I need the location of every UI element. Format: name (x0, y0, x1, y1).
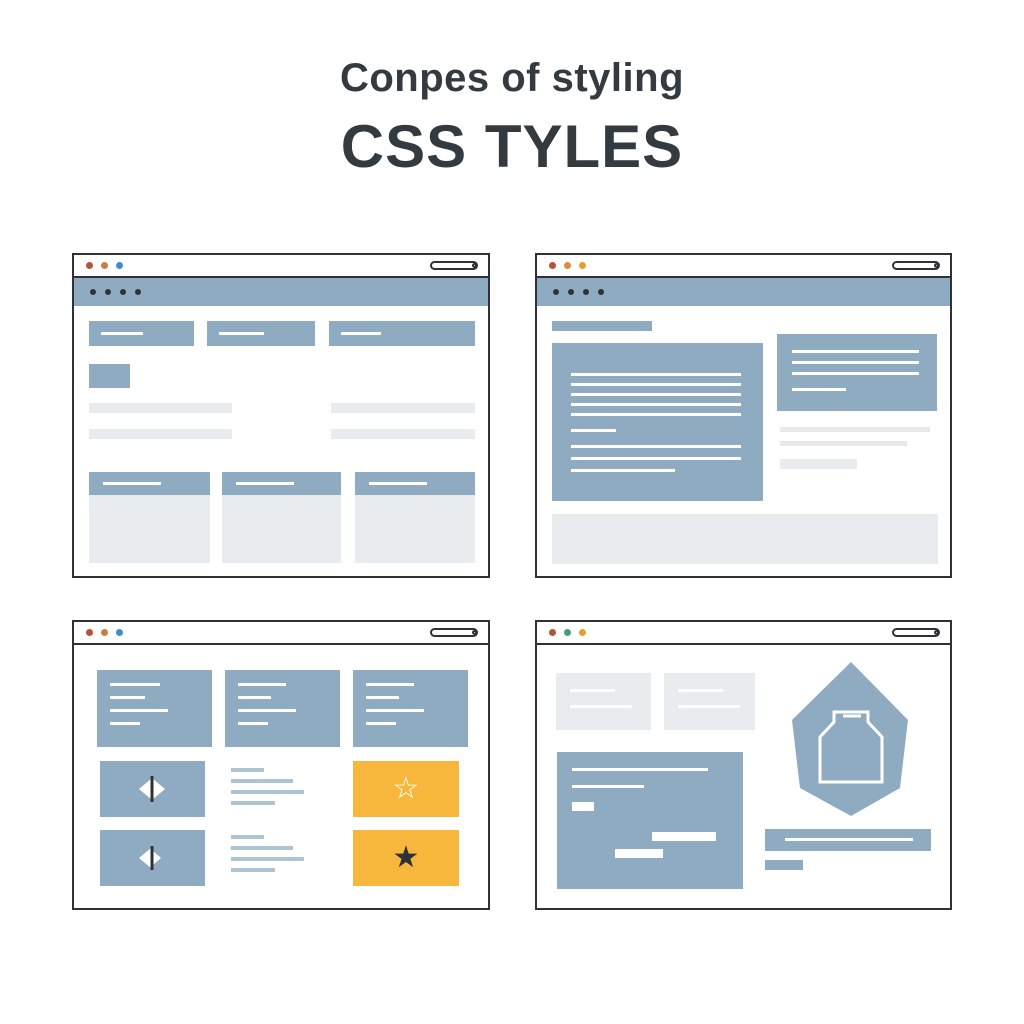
address-bar[interactable] (430, 628, 478, 637)
close-dot-icon[interactable] (549, 262, 556, 269)
arrows-icon (139, 776, 165, 802)
media-tile[interactable] (100, 830, 205, 886)
tab-panel[interactable] (556, 673, 651, 730)
card-body (222, 495, 341, 563)
card-header (355, 472, 475, 495)
address-bar[interactable] (430, 261, 478, 270)
text-line-placeholder (780, 427, 930, 432)
menu-button[interactable] (207, 321, 315, 346)
nav-dot-icon[interactable] (598, 289, 604, 295)
small-button[interactable] (765, 860, 803, 870)
heading-bar (552, 321, 652, 331)
nav-dot-icon[interactable] (583, 289, 589, 295)
minimize-dot-icon[interactable] (564, 629, 571, 636)
info-card (225, 670, 340, 747)
text-line-placeholder (331, 429, 475, 439)
nav-bar (537, 278, 950, 306)
close-dot-icon[interactable] (86, 262, 93, 269)
browser-window-grid-layout (72, 253, 490, 578)
menu-button[interactable] (89, 321, 194, 346)
text-line-placeholder (231, 835, 264, 839)
small-block (89, 364, 130, 388)
card-header (89, 472, 210, 495)
nav-dot-icon[interactable] (568, 289, 574, 295)
info-card (97, 670, 212, 747)
card-body (355, 495, 475, 563)
minimize-dot-icon[interactable] (101, 629, 108, 636)
shield-hexagon-icon (792, 662, 908, 816)
window-titlebar (74, 622, 488, 645)
browser-window-mixed-layout (535, 620, 952, 910)
text-line-placeholder (89, 403, 232, 413)
window-titlebar (537, 622, 950, 645)
nav-dot-icon[interactable] (90, 289, 96, 295)
media-tile[interactable] (100, 761, 205, 817)
page-title: CSS TYLES (340, 113, 684, 180)
text-line-placeholder (231, 857, 304, 861)
text-line-placeholder (780, 459, 857, 469)
address-bar[interactable] (892, 261, 940, 270)
maximize-dot-icon[interactable] (579, 262, 586, 269)
text-line-placeholder (231, 768, 264, 772)
text-line-placeholder (231, 779, 293, 783)
page-subtitle: Conpes of styling (339, 56, 685, 100)
text-line-placeholder (89, 429, 232, 439)
minimize-dot-icon[interactable] (101, 262, 108, 269)
content-panel (557, 752, 743, 889)
star-outline-icon: ☆ (392, 772, 420, 805)
browser-window-article-layout (535, 253, 952, 578)
address-bar[interactable] (892, 628, 940, 637)
star-solid-icon: ★ (392, 841, 420, 874)
nav-bar (74, 278, 488, 306)
main-content-block (552, 343, 763, 501)
text-line-placeholder (331, 403, 475, 413)
nav-dot-icon[interactable] (553, 289, 559, 295)
input-bar[interactable] (765, 829, 931, 851)
tab-panel[interactable] (664, 673, 755, 730)
text-line-placeholder (231, 868, 275, 872)
window-titlebar (74, 255, 488, 278)
nav-dot-icon[interactable] (105, 289, 111, 295)
favorite-tile[interactable]: ☆ (353, 761, 459, 817)
favorite-tile[interactable]: ★ (353, 830, 459, 886)
close-dot-icon[interactable] (86, 629, 93, 636)
window-titlebar (537, 255, 950, 278)
text-line-placeholder (231, 846, 293, 850)
nav-dot-icon[interactable] (120, 289, 126, 295)
card (355, 472, 475, 563)
maximize-dot-icon[interactable] (579, 629, 586, 636)
maximize-dot-icon[interactable] (116, 262, 123, 269)
text-line-placeholder (780, 441, 907, 446)
text-line-placeholder (231, 790, 304, 794)
browser-window-card-grid: ☆ ★ (72, 620, 490, 910)
card-header (222, 472, 341, 495)
maximize-dot-icon[interactable] (116, 629, 123, 636)
nav-dot-icon[interactable] (135, 289, 141, 295)
side-content-block (777, 334, 937, 411)
info-card (353, 670, 468, 747)
text-line-placeholder (231, 801, 275, 805)
card (89, 472, 210, 563)
minimize-dot-icon[interactable] (564, 262, 571, 269)
footer-block (552, 514, 938, 564)
close-dot-icon[interactable] (549, 629, 556, 636)
card-body (89, 495, 210, 563)
card (222, 472, 341, 563)
menu-button[interactable] (329, 321, 475, 346)
arrows-icon (139, 846, 161, 870)
